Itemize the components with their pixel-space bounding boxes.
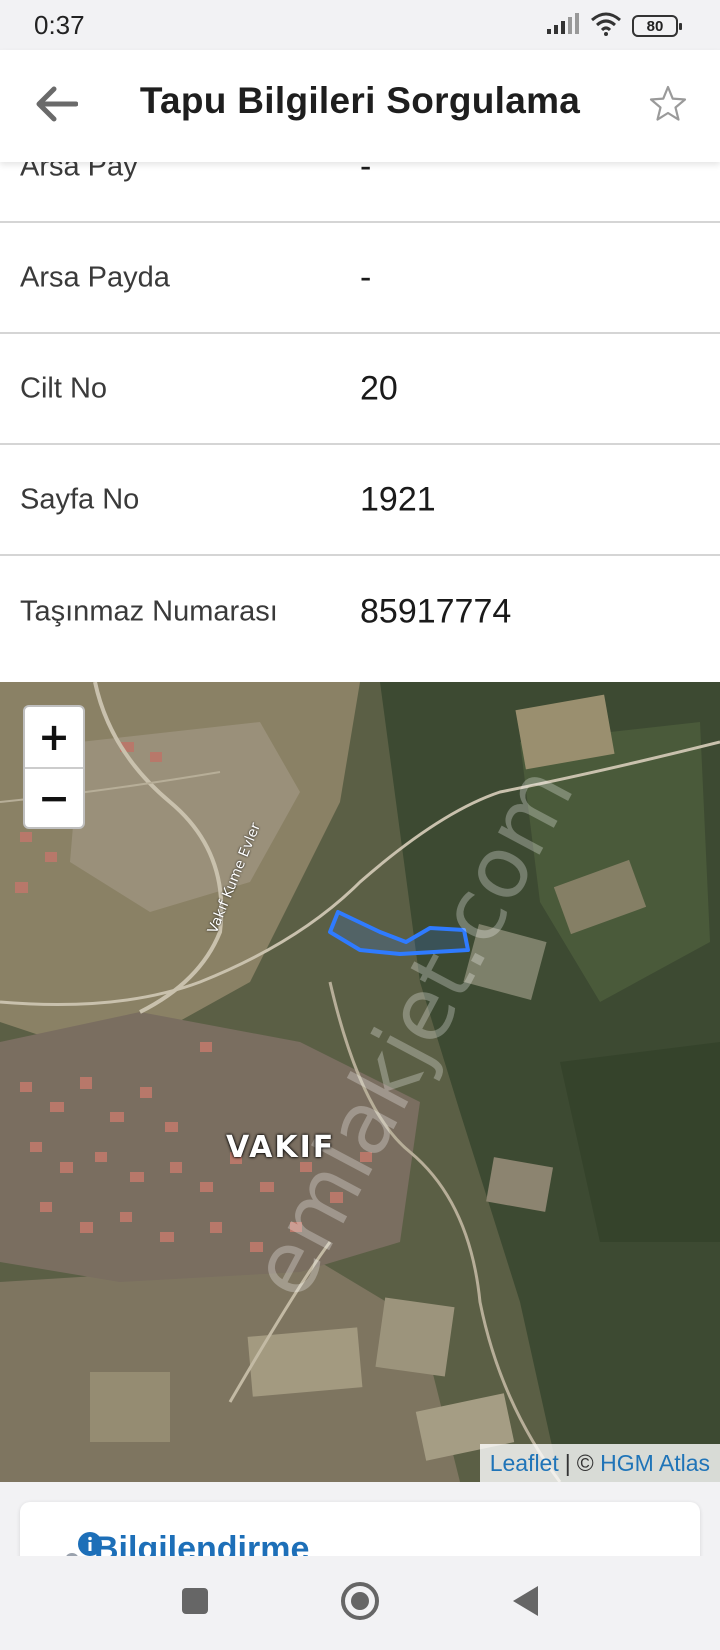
- star-icon: [648, 84, 688, 128]
- row-value: -: [360, 258, 372, 296]
- row-label: Arsa Payda: [20, 261, 170, 293]
- info-row-cilt-no: Cilt No 20: [0, 334, 720, 445]
- map-attribution: Leaflet | © HGM Atlas: [479, 1444, 720, 1482]
- zoom-out-button[interactable]: −: [25, 767, 83, 827]
- row-label: Taşınmaz Numarası: [20, 595, 278, 627]
- zoom-in-button[interactable]: +: [25, 707, 83, 767]
- hgm-atlas-link[interactable]: HGM Atlas: [600, 1450, 710, 1477]
- app-header: Tapu Bilgileri Sorgulama: [0, 50, 720, 162]
- favorite-button[interactable]: [642, 80, 694, 132]
- place-label: VAKIF: [226, 1130, 336, 1165]
- page-title: Tapu Bilgileri Sorgulama: [139, 80, 581, 121]
- circle-home-icon: [339, 1580, 381, 1626]
- row-value: 1921: [360, 480, 436, 518]
- nav-back-button[interactable]: [500, 1578, 550, 1628]
- attribution-separator: |: [564, 1449, 571, 1476]
- triangle-back-icon: [510, 1584, 540, 1622]
- row-value: -: [360, 162, 372, 185]
- status-icons: 80: [546, 12, 682, 40]
- copyright-symbol: ©: [576, 1449, 594, 1476]
- status-time: 0:37: [34, 10, 85, 40]
- info-row-arsa-pay: Arsa Pay -: [0, 162, 720, 223]
- row-label: Cilt No: [20, 372, 108, 404]
- satellite-imagery: [0, 682, 720, 1482]
- row-value: 85917774: [360, 592, 512, 630]
- row-label: Sayfa No: [20, 483, 140, 515]
- info-list: Arsa Pay - Arsa Payda - Cilt No 20 Sayfa…: [0, 162, 720, 667]
- status-bar: 0:37 80: [0, 0, 720, 50]
- info-row-tasinmaz-numarasi: Taşınmaz Numarası 85917774: [0, 556, 720, 667]
- row-label: Arsa Pay: [20, 162, 138, 182]
- battery-indicator: 80: [632, 15, 682, 37]
- system-nav-bar: [0, 1556, 720, 1650]
- parcel-map[interactable]: emlakjet.com Vakıf Kume Evler VAKIF + − …: [0, 682, 720, 1482]
- recent-apps-button[interactable]: [170, 1578, 220, 1628]
- square-icon: [180, 1586, 210, 1620]
- zoom-control: + −: [23, 705, 85, 829]
- info-row-sayfa-no: Sayfa No 1921: [0, 445, 720, 556]
- row-value: 20: [360, 369, 398, 407]
- signal-icon: [546, 13, 580, 39]
- leaflet-link[interactable]: Leaflet: [490, 1450, 559, 1477]
- info-row-arsa-payda: Arsa Payda -: [0, 223, 720, 334]
- wifi-icon: [590, 12, 622, 40]
- home-button[interactable]: [335, 1578, 385, 1628]
- deed-info-panel: Arsa Pay - Arsa Payda - Cilt No 20 Sayfa…: [0, 162, 720, 682]
